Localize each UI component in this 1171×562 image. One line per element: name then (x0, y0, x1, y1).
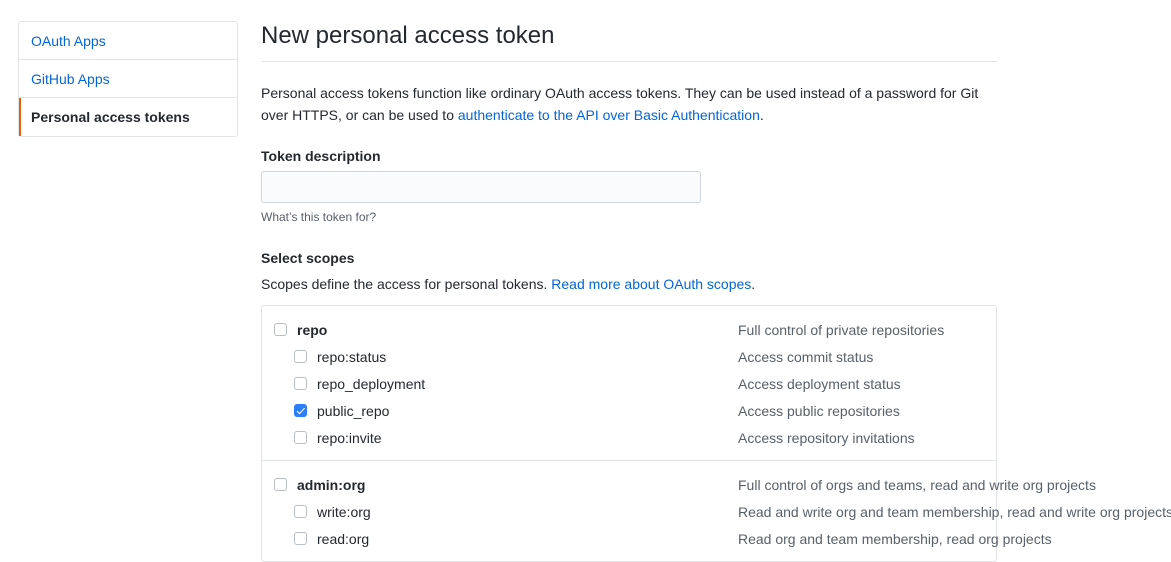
scope-name: repo_deployment (317, 375, 426, 392)
scope-row[interactable]: repo Full control of private repositories (262, 316, 996, 343)
scope-group: admin:org Full control of orgs and teams,… (262, 461, 1171, 561)
scope-name: public_repo (317, 402, 390, 419)
scope-row[interactable]: public_repo Access public repositories (262, 397, 996, 424)
token-description-label: Token description (261, 148, 381, 165)
intro-text-after: . (759, 106, 764, 123)
page-title: New personal access token (261, 21, 997, 62)
sidebar-item-personal-access-tokens[interactable]: Personal access tokens (19, 98, 237, 136)
scope-checkbox-read:org[interactable] (294, 532, 307, 546)
scope-name: write:org (317, 503, 371, 520)
scope-name: repo:status (317, 348, 387, 365)
scopes-subtext-before: Scopes define the access for personal to… (261, 276, 552, 293)
scope-row[interactable]: repo:invite Access repository invitations (262, 424, 996, 451)
scope-description: Read org and team membership, read org p… (738, 530, 1052, 547)
scope-name: repo:invite (317, 429, 382, 446)
scopes-subtext-after: . (751, 276, 756, 293)
oauth-scopes-link[interactable]: Read more about OAuth scopes (551, 276, 751, 292)
authenticate-api-link[interactable]: authenticate to the API over Basic Authe… (458, 107, 760, 123)
sidebar-item-label: GitHub Apps (31, 71, 110, 87)
scope-name: repo (297, 321, 328, 338)
scope-description: Access public repositories (738, 402, 900, 419)
scope-description: Full control of orgs and teams, read and… (738, 476, 1096, 493)
scope-row[interactable]: read:org Read org and team membership, re… (262, 525, 1052, 552)
scope-checkbox-repo[interactable] (274, 323, 287, 337)
scope-name: read:org (317, 530, 370, 547)
scope-row[interactable]: admin:org Full control of orgs and teams,… (262, 471, 1096, 498)
scope-description: Read and write org and team membership, … (738, 503, 1171, 520)
scope-checkbox-repo:invite[interactable] (294, 431, 307, 445)
scope-checkbox-admin:org[interactable] (274, 478, 287, 492)
scope-checkbox-repo:status[interactable] (294, 350, 307, 364)
sidebar-item-label: OAuth Apps (31, 33, 106, 49)
scope-row[interactable]: repo:status Access commit status (262, 343, 996, 370)
scope-description: Access deployment status (738, 375, 901, 392)
scope-group: repo Full control of private repositories… (262, 306, 996, 462)
scope-description: Full control of private repositories (738, 321, 945, 338)
scope-row[interactable]: write:org Read and write org and team mem… (262, 498, 1171, 525)
token-description-note: What’s this token for? (261, 210, 377, 225)
sidebar-item-github-apps[interactable]: GitHub Apps (19, 60, 237, 98)
scope-description: Access repository invitations (738, 429, 915, 446)
scope-checkbox-public_repo[interactable] (294, 404, 307, 418)
settings-sidebar: OAuth Apps GitHub Apps Personal access tok… (18, 21, 238, 137)
scope-name: admin:org (297, 476, 366, 493)
main-content: New personal access token Personal acces… (261, 21, 1171, 562)
sidebar-item-oauth-apps[interactable]: OAuth Apps (19, 22, 237, 60)
select-scopes-heading: Select scopes (261, 250, 355, 267)
sidebar-item-label: Personal access tokens (31, 109, 190, 125)
scope-checkbox-repo_deployment[interactable] (294, 377, 307, 391)
token-description-input[interactable] (261, 171, 701, 204)
scope-row[interactable]: repo_deployment Access deployment status (262, 370, 996, 397)
intro-paragraph: Personal access tokens function like ord… (261, 62, 987, 126)
scope-description: Access commit status (738, 348, 874, 365)
scopes-subtext: Scopes define the access for personal to… (261, 276, 997, 292)
scopes-list: repo Full control of private repositories… (261, 305, 1171, 562)
scope-checkbox-write:org[interactable] (294, 505, 307, 519)
